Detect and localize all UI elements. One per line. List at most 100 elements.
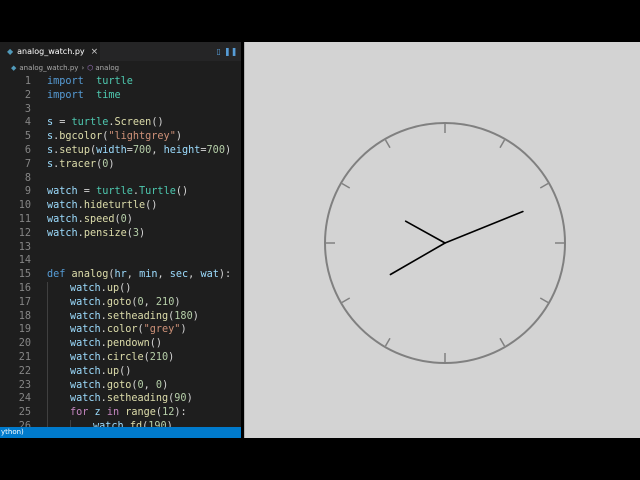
code-text: import turtle [47, 75, 133, 89]
code-token: , [188, 269, 201, 281]
code-token: setheading [106, 310, 169, 322]
code-line[interactable]: 14 [0, 254, 241, 268]
code-token: speed [83, 213, 115, 225]
code-token: 210 [155, 296, 175, 308]
code-token: , [151, 144, 164, 156]
code-token: circle [106, 351, 144, 363]
code-token: color [106, 324, 138, 336]
code-token: 210 [149, 351, 169, 363]
code-editor[interactable]: ◆ analog_watch.py × ▯ ❚❚ ◆ analog_watch.… [0, 42, 241, 438]
indent-guide [47, 309, 48, 324]
code-token: wat [200, 269, 219, 281]
breadcrumb-separator: › [81, 64, 85, 72]
line-number: 23 [18, 379, 31, 391]
code-token: setup [59, 144, 90, 156]
code-token: ) [139, 227, 146, 239]
code-text: watch = turtle.Turtle() [47, 185, 188, 199]
code-line[interactable]: 24 watch.setheading(90) [0, 392, 241, 407]
code-line[interactable]: 16 watch.up() [0, 281, 241, 296]
code-token: range [125, 407, 156, 419]
code-token: watch [70, 310, 101, 322]
close-tab-icon[interactable]: × [91, 47, 99, 57]
code-text: watch.pensize(3) [47, 227, 145, 241]
line-number: 19 [18, 324, 31, 336]
code-line[interactable]: 23 watch.goto(0, 0) [0, 378, 241, 393]
code-token: time [96, 89, 121, 101]
breadcrumb-symbol[interactable]: analog [95, 64, 119, 72]
line-number: 15 [18, 269, 31, 281]
code-line[interactable]: 1 import turtle [0, 75, 241, 89]
code-token: hideturtle [83, 200, 146, 212]
code-line[interactable]: 26 watch.fd(190) [0, 419, 241, 427]
code-token: ) [192, 310, 199, 322]
hour-tick [384, 139, 391, 149]
code-token: ) [162, 379, 169, 391]
code-line[interactable]: 12 watch.pensize(3) [0, 227, 241, 241]
code-text: def analog(hr, min, sec, wat): [47, 268, 231, 282]
split-editor-icon[interactable]: ▯ [217, 47, 221, 56]
line-number: 20 [18, 338, 31, 350]
code-line[interactable]: 6 s.setup(width=700, height=700) [0, 144, 241, 158]
line-number: 21 [18, 351, 31, 363]
code-line[interactable]: 25 for z in range(12): [0, 406, 241, 420]
short-hand [404, 220, 446, 244]
code-line[interactable]: 4 s = turtle.Screen() [0, 116, 241, 130]
indent-guide [47, 378, 48, 393]
code-line[interactable]: 22 watch.up() [0, 364, 241, 379]
editor-tab-analog-watch[interactable]: ◆ analog_watch.py × [0, 42, 100, 61]
code-text: s.bgcolor("lightgrey") [47, 130, 182, 144]
code-line[interactable]: 9 watch = turtle.Turtle() [0, 185, 241, 199]
code-token: "grey" [143, 324, 181, 336]
code-line[interactable]: 15 def analog(hr, min, sec, wat): [0, 268, 241, 282]
breadcrumb-file[interactable]: analog_watch.py [19, 64, 78, 72]
code-text: watch.up() [70, 365, 131, 379]
line-number: 1 [24, 76, 31, 87]
code-line[interactable]: 5 s.bgcolor("lightgrey") [0, 130, 241, 144]
code-text: watch.hideturtle() [47, 199, 157, 213]
code-line[interactable]: 17 watch.goto(0, 210) [0, 295, 241, 310]
code-text: watch.circle(210) [70, 351, 174, 365]
code-line[interactable]: 19 watch.color("grey") [0, 323, 241, 338]
status-language[interactable]: ython) [1, 428, 24, 436]
code-area[interactable]: 1 import turtle 2 import time 3 4 s = turtle.S… [0, 75, 241, 427]
code-line[interactable]: 11 watch.speed(0) [0, 213, 241, 227]
code-line[interactable]: 10 watch.hideturtle() [0, 199, 241, 213]
code-text: watch.fd(190) [93, 420, 173, 427]
status-bar: ython) [0, 427, 241, 438]
code-token: watch [70, 393, 101, 405]
code-token: () [119, 282, 132, 294]
tab-label: analog_watch.py [17, 47, 85, 56]
code-token: min [139, 269, 158, 281]
line-number: 22 [18, 365, 31, 377]
code-token: turtle [71, 117, 109, 129]
code-token: ) [126, 213, 133, 225]
indent-guide [47, 392, 48, 407]
code-token: 90 [174, 393, 187, 405]
line-number: 18 [18, 310, 31, 322]
indent-guide [47, 419, 48, 427]
code-line[interactable]: 20 watch.pendown() [0, 337, 241, 351]
code-token: watch [70, 379, 101, 391]
code-line[interactable]: 8 [0, 172, 241, 186]
code-token: tracer [59, 158, 97, 170]
code-line[interactable]: 2 import time [0, 89, 241, 103]
code-token: setheading [106, 393, 169, 405]
code-line[interactable]: 18 watch.setheading(180) [0, 309, 241, 324]
code-token: turtle [96, 186, 133, 198]
code-text: watch.up() [70, 282, 131, 296]
line-number: 5 [24, 131, 31, 143]
long-hand-b [389, 242, 446, 276]
code-token: up [106, 282, 120, 294]
code-token: width [96, 144, 127, 156]
code-line[interactable]: 7 s.tracer(0) [0, 158, 241, 172]
code-line[interactable]: 21 watch.circle(210) [0, 350, 241, 365]
pause-icon[interactable]: ❚❚ [224, 47, 237, 56]
code-line[interactable]: 3 [0, 103, 241, 117]
code-line[interactable]: 13 [0, 241, 241, 255]
code-text: watch.pendown() [70, 337, 162, 351]
code-text: watch.goto(0, 0) [70, 379, 168, 393]
turtle-graphics-window [244, 42, 640, 438]
code-token: pendown [106, 338, 150, 350]
